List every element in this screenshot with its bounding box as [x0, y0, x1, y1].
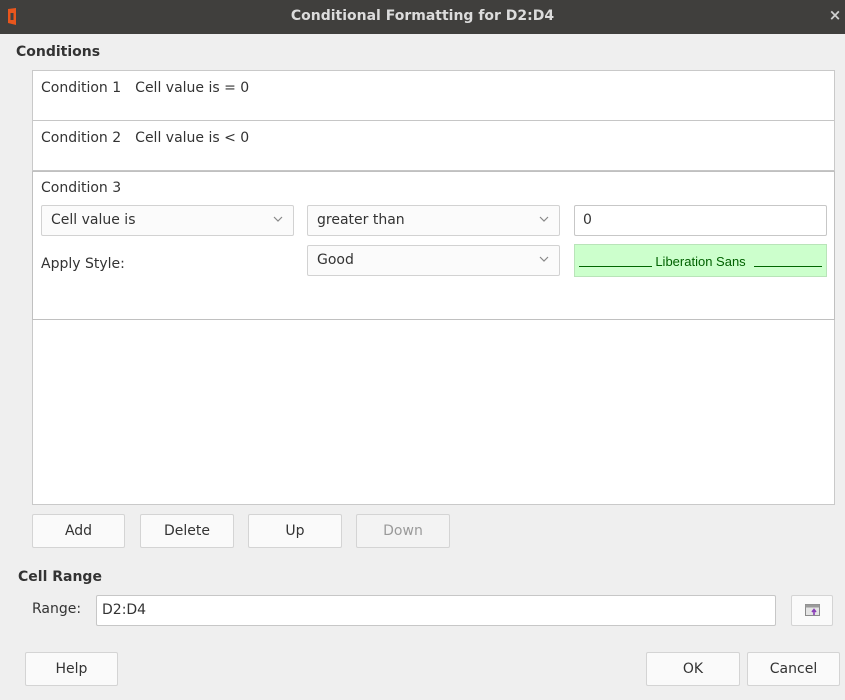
condition-type-value: Cell value is [51, 212, 136, 228]
shrink-dialog-icon [805, 604, 820, 616]
chevron-down-icon [273, 216, 283, 222]
up-button[interactable]: Up [248, 514, 342, 548]
range-label: Range: [32, 601, 82, 617]
condition-2-label: Condition 2 [41, 130, 122, 146]
add-button[interactable]: Add [32, 514, 125, 548]
cell-range-heading: Cell Range [18, 569, 102, 585]
range-input[interactable]: D2:D4 [96, 595, 776, 626]
help-button[interactable]: Help [25, 652, 118, 686]
chevron-down-icon [539, 216, 549, 222]
condition-2-summary: Condition 2 Cell value is < 0 [41, 130, 249, 146]
condition-type-select[interactable]: Cell value is [41, 205, 294, 236]
down-button: Down [356, 514, 450, 548]
condition-1-row[interactable]: Condition 1 Cell value is = 0 [33, 71, 834, 121]
conditions-heading: Conditions [16, 44, 101, 60]
preview-font-name: Liberation Sans [655, 254, 746, 269]
range-value: D2:D4 [102, 602, 147, 618]
conditions-list[interactable]: Condition 1 Cell value is = 0 Condition 2… [32, 70, 835, 505]
condition-3-editor: Condition 3 Cell value is greater than 0… [32, 171, 835, 320]
close-icon[interactable]: × [827, 6, 843, 26]
style-preview: Liberation Sans [574, 244, 827, 277]
operator-value: greater than [317, 212, 405, 228]
cancel-button[interactable]: Cancel [747, 652, 840, 686]
shrink-dialog-button[interactable] [791, 595, 833, 626]
condition-1-label: Condition 1 [41, 80, 122, 96]
apply-style-label: Apply Style: [41, 256, 125, 272]
condition-1-text: Cell value is = 0 [135, 80, 250, 96]
condition-value-text: 0 [583, 212, 592, 228]
condition-2-text: Cell value is < 0 [135, 130, 250, 146]
title-bar: Conditional Formatting for D2:D4 × [0, 0, 845, 34]
style-value: Good [317, 252, 354, 268]
chevron-down-icon [539, 256, 549, 262]
condition-value-input[interactable]: 0 [574, 205, 827, 236]
delete-button[interactable]: Delete [140, 514, 234, 548]
condition-3-label: Condition 3 [41, 180, 122, 196]
condition-1-summary: Condition 1 Cell value is = 0 [41, 80, 249, 96]
operator-select[interactable]: greater than [307, 205, 560, 236]
condition-2-row[interactable]: Condition 2 Cell value is < 0 [33, 121, 834, 171]
ok-button[interactable]: OK [646, 652, 740, 686]
dialog-title: Conditional Formatting for D2:D4 [290, 8, 555, 24]
style-select[interactable]: Good [307, 245, 560, 276]
